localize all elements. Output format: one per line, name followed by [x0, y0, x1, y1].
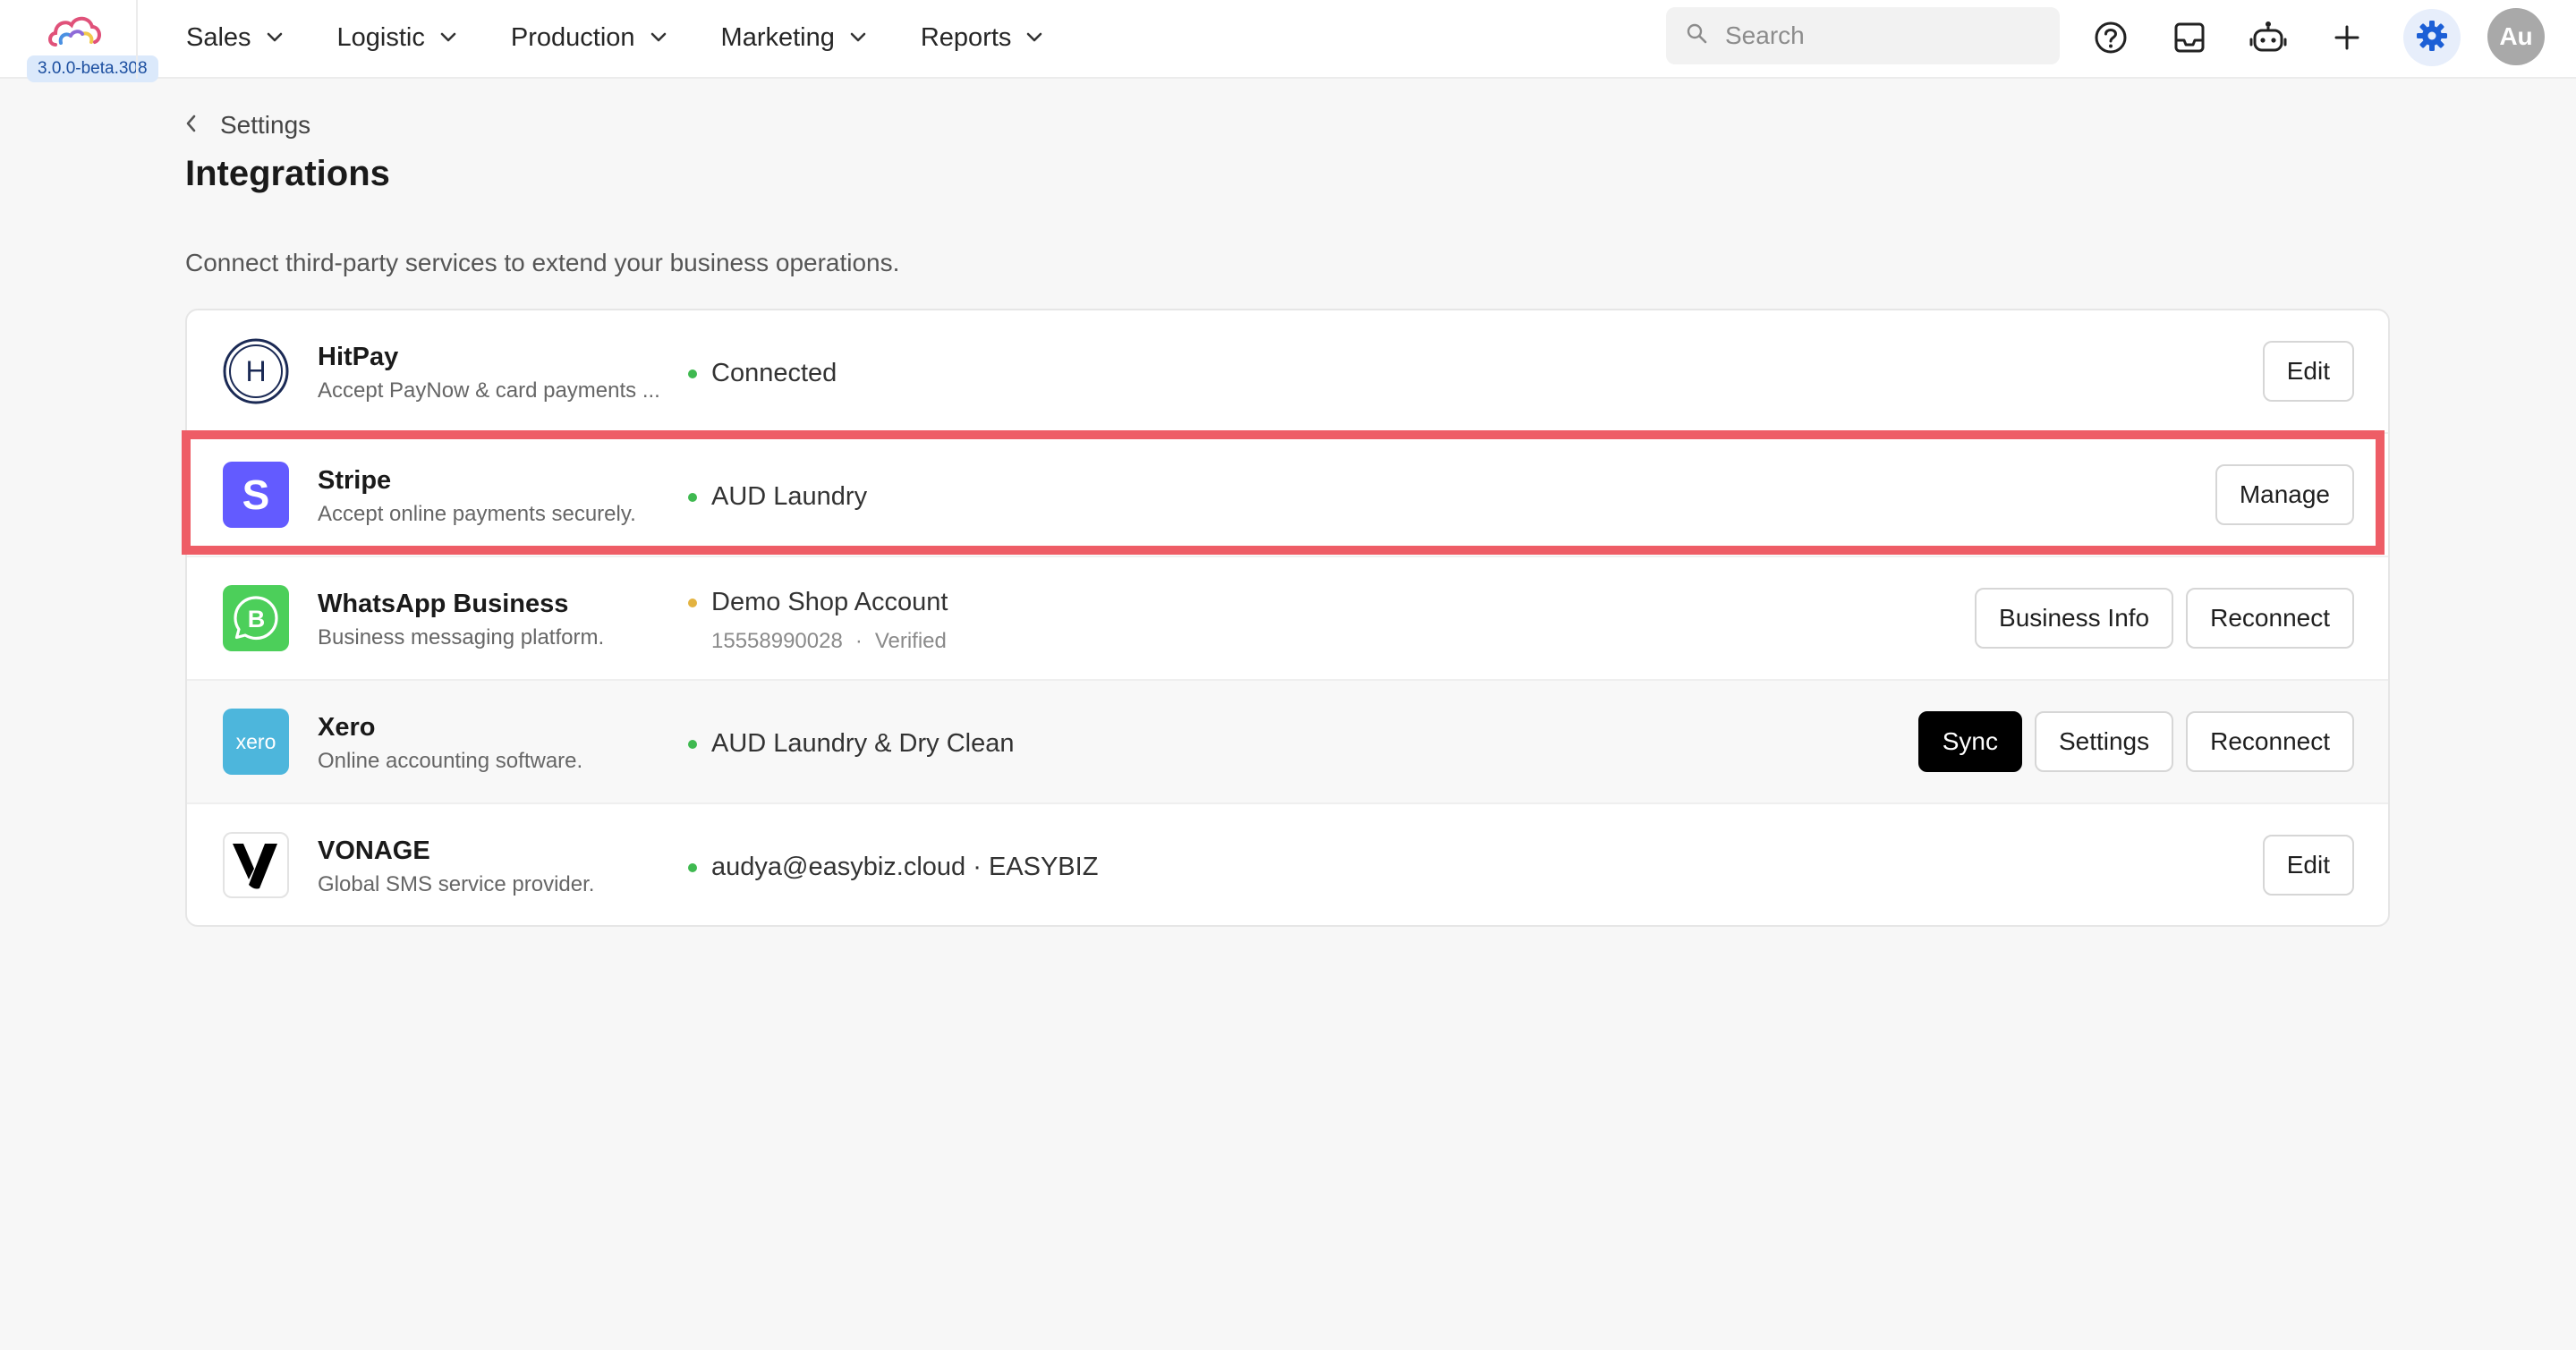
chevron-down-icon	[849, 31, 867, 44]
cloud-logo-icon	[48, 16, 101, 47]
inbox-icon[interactable]	[2168, 16, 2211, 59]
integration-row-whatsapp: B WhatsApp Business Business messaging p…	[187, 557, 2388, 681]
row-actions: Edit	[2250, 341, 2354, 402]
chevron-down-icon	[1025, 31, 1043, 44]
integration-substatus: 15558990028 · Verified	[711, 629, 947, 654]
status-text: audya@easybiz.cloud · EASYBIZ	[711, 853, 1099, 881]
robot-icon[interactable]	[2247, 16, 2290, 59]
integration-description: Business messaging platform.	[318, 625, 605, 650]
nav-item-label: Sales	[186, 22, 251, 52]
status-text: Connected	[711, 359, 837, 387]
whatsapp-business-logo-icon: B	[223, 585, 289, 651]
integration-name: Xero	[318, 713, 376, 742]
reconnect-button[interactable]: Reconnect	[2186, 711, 2354, 772]
integration-status: Demo Shop Account	[688, 588, 948, 617]
status-dot	[688, 739, 697, 749]
integration-status: Connected	[688, 359, 837, 388]
integration-row-hitpay: H HitPay Accept PayNow & card payments .…	[187, 310, 2388, 434]
integration-row-vonage: VONAGE Global SMS service provider. audy…	[187, 804, 2388, 928]
hitpay-logo-icon: H	[223, 338, 289, 404]
integration-description: Global SMS service provider.	[318, 872, 595, 896]
integration-description: Online accounting software.	[318, 749, 583, 773]
gear-icon	[2415, 19, 2449, 57]
help-icon[interactable]	[2089, 16, 2132, 59]
status-dot	[688, 492, 697, 502]
verification-status: Verified	[874, 629, 947, 653]
app-logo[interactable]: 3.0.0-beta.308	[18, 9, 158, 82]
manage-button[interactable]: Manage	[2215, 464, 2354, 525]
whatsapp-logo-letter: B	[248, 606, 266, 633]
row-actions: Sync Settings Reconnect	[1906, 711, 2354, 772]
topbar-divider	[136, 0, 138, 79]
business-info-button[interactable]: Business Info	[1975, 588, 2174, 649]
integration-status: audya@easybiz.cloud · EASYBIZ	[688, 853, 1098, 882]
settings-button[interactable]: Settings	[2034, 711, 2174, 772]
hitpay-logo-letter: H	[245, 355, 266, 387]
avatar[interactable]: Au	[2487, 8, 2545, 65]
edit-button[interactable]: Edit	[2262, 341, 2354, 402]
nav-item-marketing[interactable]: Marketing	[721, 23, 867, 53]
status-text: AUD Laundry & Dry Clean	[711, 729, 1015, 758]
settings-gear-button[interactable]	[2403, 9, 2461, 66]
row-actions: Edit	[2250, 835, 2354, 896]
integrations-list: H HitPay Accept PayNow & card payments .…	[185, 309, 2390, 927]
chevron-down-icon	[439, 31, 457, 44]
main-nav: Sales Logistic Production Marketing Repo…	[186, 0, 1097, 75]
nav-item-production[interactable]: Production	[511, 23, 667, 53]
integration-name: VONAGE	[318, 836, 430, 865]
separator: ·	[854, 629, 863, 653]
page-title: Integrations	[185, 154, 390, 193]
integration-status: AUD Laundry	[688, 482, 867, 512]
integration-name: HitPay	[318, 343, 399, 371]
nav-item-label: Reports	[920, 22, 1012, 52]
search-input[interactable]	[1723, 21, 2022, 51]
nav-item-label: Logistic	[336, 22, 425, 52]
vonage-logo-icon	[223, 832, 289, 898]
integration-name: Stripe	[318, 466, 392, 495]
row-actions: Business Info Reconnect	[1962, 588, 2354, 649]
integration-row-xero: xero Xero Online accounting software. AU…	[187, 681, 2388, 804]
reconnect-button[interactable]: Reconnect	[2186, 588, 2354, 649]
integration-name: WhatsApp Business	[318, 590, 569, 618]
status-text: AUD Laundry	[711, 482, 868, 511]
integration-description: Accept online payments securely.	[318, 502, 636, 526]
version-badge: 3.0.0-beta.308	[27, 55, 158, 82]
status-dot	[688, 369, 697, 378]
integration-description: Accept PayNow & card payments ...	[318, 378, 660, 403]
chevron-left-icon	[184, 114, 197, 138]
stripe-logo-icon: S	[223, 462, 289, 528]
nav-item-sales[interactable]: Sales	[186, 23, 284, 53]
xero-wordmark: xero	[235, 729, 276, 753]
integration-status: AUD Laundry & Dry Clean	[688, 729, 1014, 759]
stripe-logo-letter: S	[242, 471, 270, 518]
page-description: Connect third-party services to extend y…	[185, 249, 900, 276]
nav-item-reports[interactable]: Reports	[921, 23, 1044, 53]
integration-row-stripe: S Stripe Accept online payments securely…	[187, 434, 2388, 557]
nav-item-logistic[interactable]: Logistic	[337, 23, 457, 53]
phone-number: 15558990028	[711, 629, 843, 653]
chevron-down-icon	[266, 31, 284, 44]
xero-logo-icon: xero	[223, 709, 289, 775]
sync-button[interactable]: Sync	[1917, 711, 2022, 772]
chevron-down-icon	[650, 31, 667, 44]
status-dot	[688, 862, 697, 872]
nav-item-label: Marketing	[720, 22, 835, 52]
edit-button[interactable]: Edit	[2262, 835, 2354, 896]
search-box[interactable]	[1666, 7, 2060, 64]
search-icon	[1686, 22, 1709, 50]
plus-icon[interactable]	[2325, 16, 2368, 59]
nav-item-label: Production	[510, 22, 635, 52]
top-bar: 3.0.0-beta.308 Sales Logistic Production…	[0, 0, 2576, 82]
breadcrumb-label: Settings	[220, 111, 311, 139]
status-text: Demo Shop Account	[711, 588, 948, 616]
breadcrumb[interactable]: Settings	[184, 111, 310, 140]
status-dot	[688, 598, 697, 607]
row-actions: Manage	[2203, 464, 2354, 525]
